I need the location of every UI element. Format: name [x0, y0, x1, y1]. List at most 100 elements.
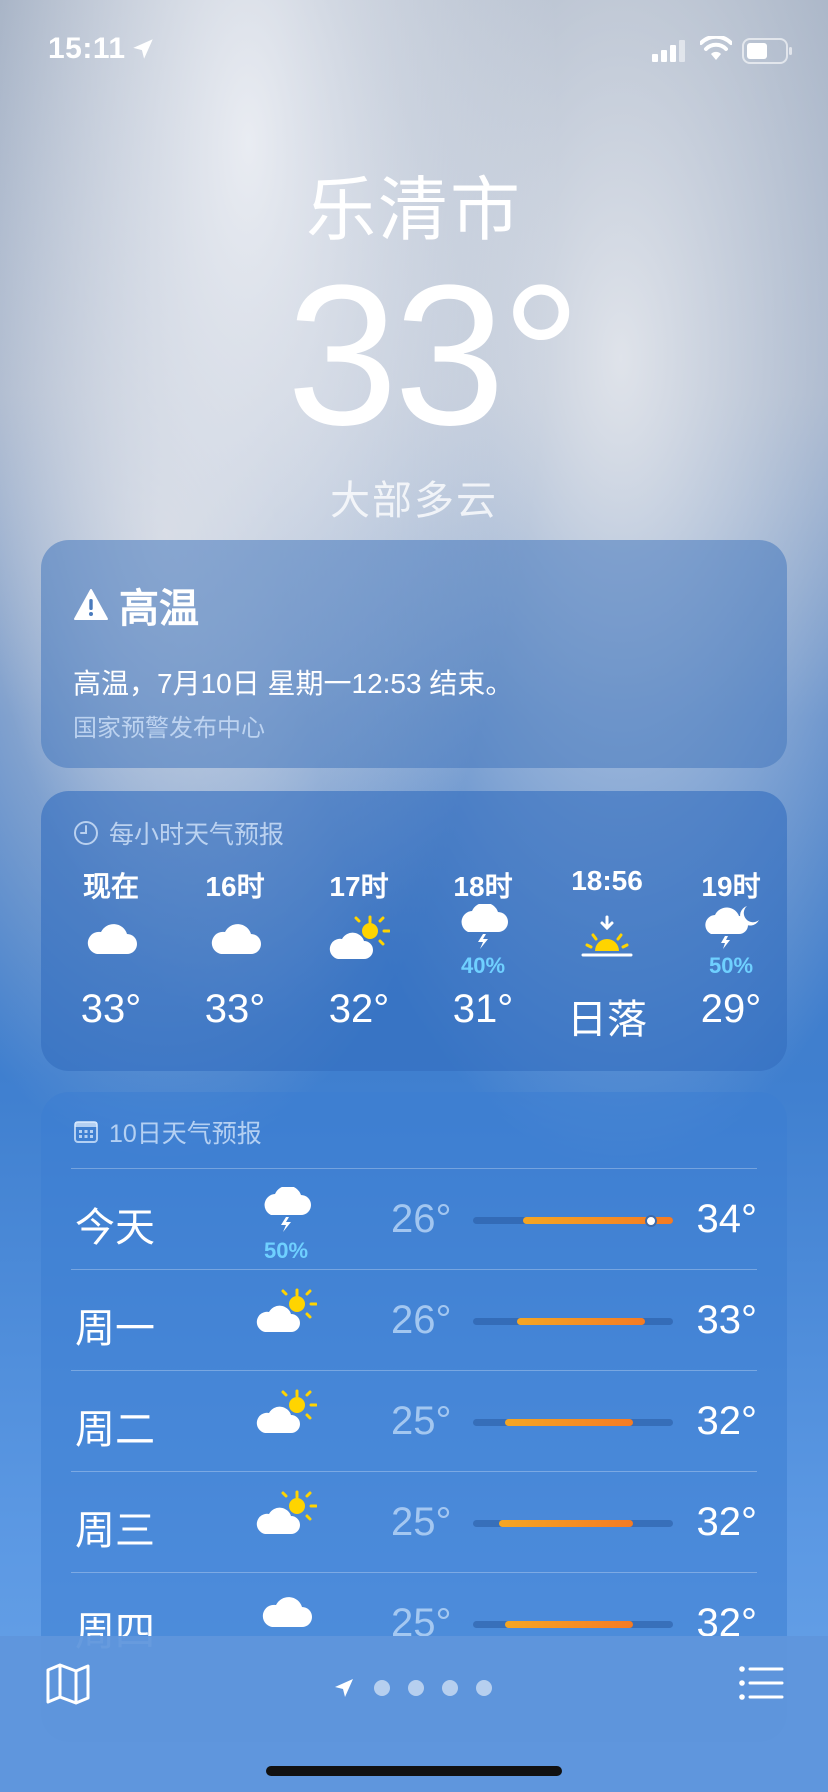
hour-temperature: 日落 — [567, 998, 647, 1042]
partly-sunny-icon — [255, 1490, 318, 1540]
temperature-range-fill — [505, 1419, 633, 1426]
hourly-item: 现在 33° — [49, 865, 173, 1055]
day-icon-wrap — [241, 1389, 331, 1440]
page-dot[interactable] — [408, 1680, 424, 1696]
sunset-icon — [579, 915, 635, 966]
day-icon-wrap: 50% — [241, 1185, 331, 1264]
map-icon[interactable] — [44, 1660, 92, 1708]
hour-icon-wrap: 40% — [421, 902, 545, 978]
high-temperature: 34° — [696, 1197, 758, 1241]
low-temperature: 25° — [391, 1399, 452, 1443]
precip-chance: 40% — [460, 952, 506, 978]
hourly-forecast-header: 每小时天气预报 — [73, 815, 284, 851]
daily-row[interactable]: 周二 25° 32° — [71, 1370, 757, 1471]
day-icon-wrap — [241, 1591, 331, 1636]
hour-icon-wrap — [173, 905, 297, 975]
page-indicator[interactable] — [332, 1676, 492, 1700]
day-label: 周一 — [75, 1307, 155, 1351]
hourly-item: 18:56 日落 — [545, 865, 669, 1055]
cloud-icon — [83, 918, 139, 963]
hour-temperature: 32° — [328, 987, 390, 1031]
current-location-page-icon[interactable] — [332, 1676, 356, 1700]
low-temperature: 26° — [391, 1197, 452, 1241]
warning-icon — [74, 589, 108, 620]
hourly-list[interactable]: 现在 33° 16时 33° 17时 32° 18时 40% 31° 18:56 日落 19时 50% 2… — [49, 865, 795, 1055]
hourly-forecast-card[interactable]: 每小时天气预报 现在 33° 16时 33° 17时 32° 18时 40% 31° 18:56 日… — [41, 791, 787, 1071]
page-dot[interactable] — [442, 1680, 458, 1696]
location-arrow-icon — [133, 39, 153, 59]
page-dot[interactable] — [476, 1680, 492, 1696]
weather-alert-card[interactable]: 高温 高温，7月10日 星期一12:53 结束。 国家预警发布中心 — [41, 540, 787, 768]
day-label: 周三 — [75, 1509, 155, 1553]
hour-temperature: 29° — [700, 987, 762, 1031]
daily-list: 今天 50% 26° 34° 周一 26° 33° 周二 25° 32° 周三 25° 32° 周四 25°… — [71, 1168, 757, 1673]
hourly-forecast-title: 每小时天气预报 — [109, 821, 285, 849]
precip-chance: 50% — [708, 952, 754, 978]
alert-title: 高温 — [73, 576, 199, 634]
hourly-item: 17时 32° — [297, 865, 421, 1055]
temperature-range-fill — [505, 1621, 633, 1628]
weather-header: 乐清市 33° 大部多云 — [0, 170, 828, 526]
cloud-icon — [207, 918, 263, 963]
battery-icon — [742, 38, 792, 64]
alert-title-text: 高温 — [119, 587, 199, 631]
current-condition: 大部多云 — [330, 479, 498, 523]
daily-forecast-title: 10日天气预报 — [109, 1120, 262, 1148]
hour-temperature: 31° — [452, 987, 514, 1031]
hour-icon-wrap: 50% — [669, 904, 793, 978]
status-time: 15:11 — [48, 32, 126, 65]
hour-label: 19时 — [701, 871, 761, 902]
daily-row[interactable]: 周三 25° 32° — [71, 1471, 757, 1572]
day-icon-wrap — [241, 1490, 331, 1541]
temperature-range-fill — [499, 1520, 633, 1527]
hour-temperature: 33° — [204, 987, 266, 1031]
list-icon[interactable] — [738, 1660, 784, 1706]
temperature-range-bar — [473, 1419, 673, 1426]
hour-label: 18时 — [453, 871, 513, 902]
cellular-signal-icon — [652, 40, 685, 62]
temperature-range-bar — [473, 1214, 673, 1227]
current-temp-marker — [645, 1214, 657, 1227]
hour-icon-wrap — [49, 905, 173, 975]
daily-forecast-header: 10日天气预报 — [73, 1114, 262, 1150]
hour-temperature: 33° — [80, 987, 142, 1031]
alert-text: 高温，7月10日 星期一12:53 结束。 — [73, 668, 514, 699]
cloud-icon — [258, 1597, 314, 1635]
precip-chance: 50% — [263, 1238, 309, 1263]
daily-row[interactable]: 今天 50% 26° 34° — [71, 1168, 757, 1269]
hour-icon-wrap — [545, 905, 669, 975]
city-name: 乐清市 — [306, 171, 522, 249]
clock-icon — [74, 821, 98, 845]
status-bar: 15:11 — [0, 0, 828, 100]
current-temperature: 33° — [286, 244, 581, 467]
thunderstorm-icon — [259, 1185, 313, 1237]
temperature-range-fill — [517, 1318, 645, 1325]
hour-label: 17时 — [329, 871, 389, 902]
temperature-range-bar — [473, 1520, 673, 1527]
thunderstorm-icon — [456, 902, 510, 955]
high-temperature: 32° — [696, 1500, 758, 1544]
day-label: 今天 — [75, 1206, 155, 1250]
high-temperature: 32° — [696, 1399, 758, 1443]
hourly-item: 19时 50% 29° — [669, 865, 793, 1055]
hourly-item: 16时 33° — [173, 865, 297, 1055]
hour-label: 现在 — [82, 871, 139, 902]
thunderstorm-night-icon — [701, 904, 761, 955]
temperature-range-bar — [473, 1318, 673, 1325]
alert-source: 国家预警发布中心 — [73, 715, 265, 742]
hourly-item: 18时 40% 31° — [421, 865, 545, 1055]
low-temperature: 25° — [391, 1500, 452, 1544]
home-indicator[interactable] — [266, 1766, 562, 1776]
hour-icon-wrap — [297, 905, 421, 975]
daily-row[interactable]: 周一 26° 33° — [71, 1269, 757, 1370]
temperature-range-bar — [473, 1621, 673, 1628]
high-temperature: 33° — [696, 1298, 758, 1342]
partly-sunny-icon — [255, 1288, 318, 1338]
hour-label: 18:56 — [571, 865, 643, 896]
wifi-icon — [700, 36, 732, 60]
calendar-icon — [74, 1121, 98, 1143]
partly-sunny-icon — [255, 1389, 318, 1439]
day-label: 周二 — [75, 1408, 155, 1452]
low-temperature: 26° — [391, 1298, 452, 1342]
page-dot[interactable] — [374, 1680, 390, 1696]
